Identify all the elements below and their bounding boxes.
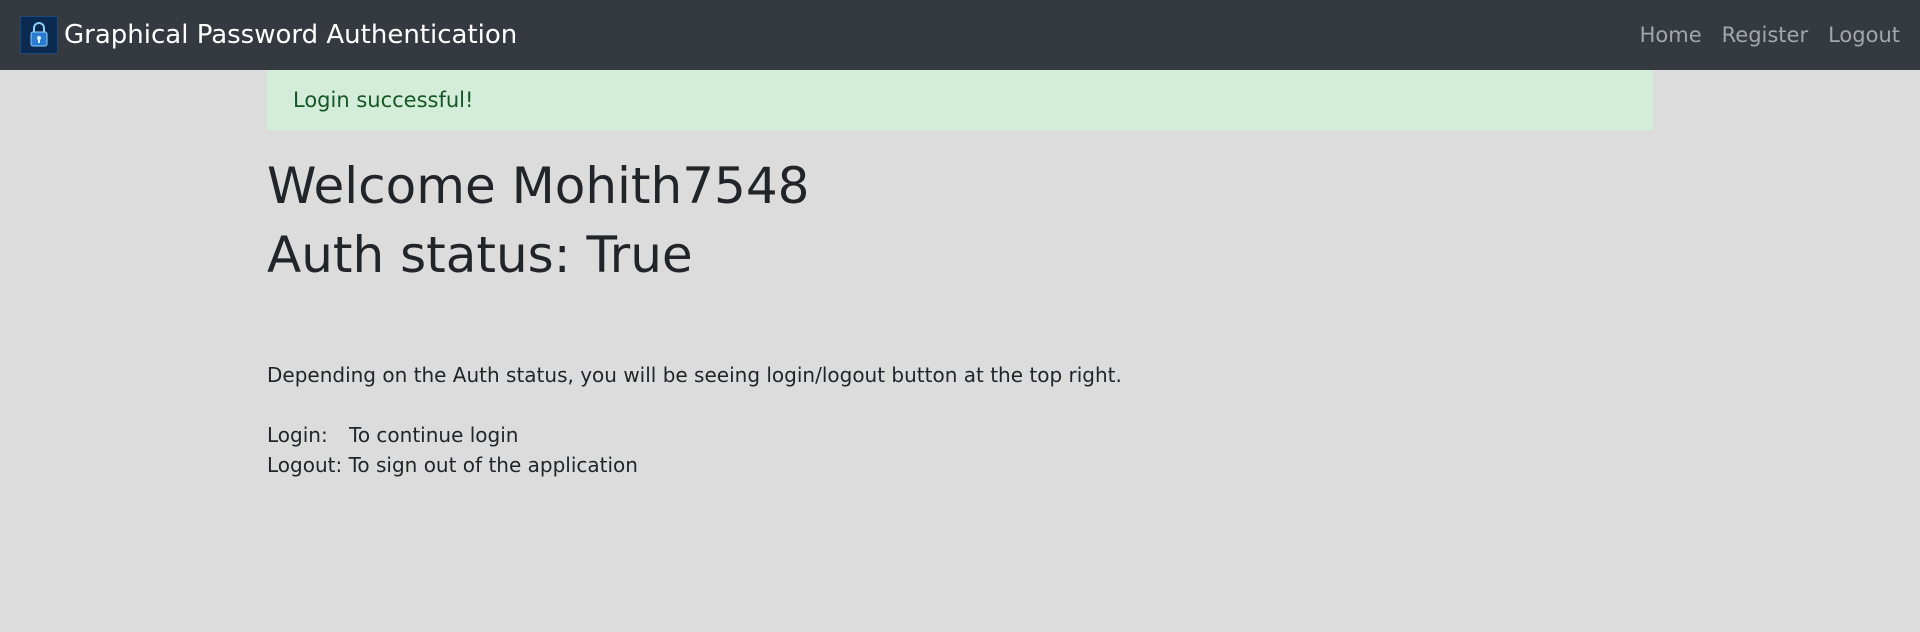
login-desc: To continue login — [349, 423, 519, 447]
auth-status-value: True — [586, 226, 693, 284]
description-text: Depending on the Auth status, you will b… — [267, 363, 1122, 387]
username: Mohith7548 — [511, 157, 810, 215]
info-section: Depending on the Auth status, you will b… — [267, 360, 1653, 480]
alert-message: Login successful! — [293, 88, 474, 112]
nav-home-link[interactable]: Home — [1640, 23, 1702, 47]
padlock-icon — [20, 16, 58, 54]
login-info-row: Login: To continue login — [267, 420, 1653, 450]
welcome-heading: Welcome Mohith7548 Auth status: True — [267, 152, 1653, 290]
nav-register-link[interactable]: Register — [1722, 23, 1808, 47]
nav-links: Home Register Logout — [1620, 23, 1900, 47]
logout-info-row: Logout: To sign out of the application — [267, 450, 1653, 480]
brand-title: Graphical Password Authentication — [64, 20, 518, 50]
nav-logout-link[interactable]: Logout — [1828, 23, 1900, 47]
success-alert: Login successful! — [267, 70, 1653, 130]
logout-desc: To sign out of the application — [348, 453, 638, 477]
main-container: Login successful! Welcome Mohith7548 Aut… — [267, 70, 1653, 480]
login-key: Login: — [267, 423, 328, 447]
brand-link[interactable]: Graphical Password Authentication — [20, 16, 517, 54]
navbar: Graphical Password Authentication Home R… — [0, 0, 1920, 70]
logout-key: Logout: — [267, 453, 343, 477]
auth-status-label: Auth status: — [267, 226, 571, 284]
welcome-prefix: Welcome — [267, 157, 496, 215]
